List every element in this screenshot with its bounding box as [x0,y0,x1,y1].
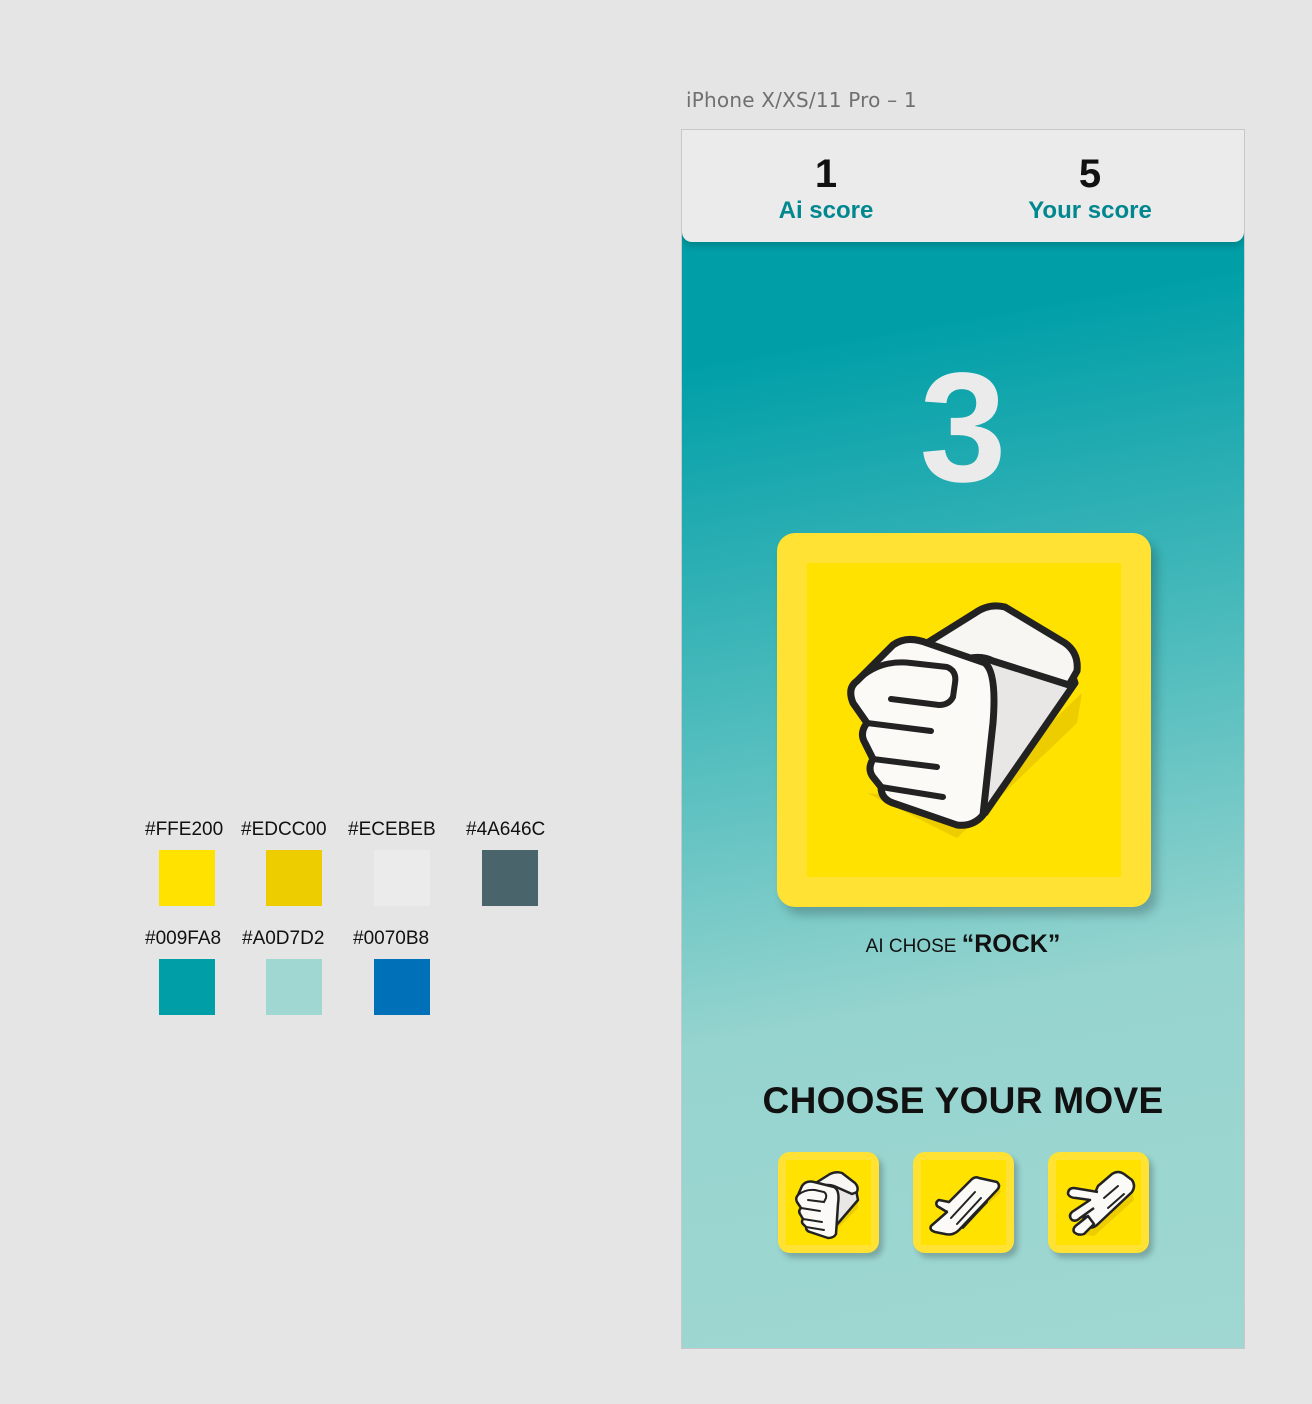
paper-hand-icon [929,1176,1001,1236]
ai-score-label: Ai score [778,197,874,224]
color-swatch [374,850,430,906]
rock-hand-icon [847,602,1082,838]
swatch-label: #0070B8 [353,928,430,949]
rock-button[interactable] [778,1152,879,1253]
rock-hand-icon [794,1170,860,1240]
color-swatch [159,850,215,906]
ai-score: 1 Ai score [696,152,956,226]
countdown-number: 3 [919,341,1007,515]
swatch-label: #FFE200 [145,819,224,840]
artboard-label: iPhone X/XS/11 Pro – 1 [686,88,917,112]
your-score: 5 Your score [960,152,1220,226]
score-bar: 1 Ai score 5 Your score [682,130,1244,242]
color-swatch [266,850,322,906]
ai-chose-text: AI CHOSE “ROCK” [682,930,1244,959]
paper-button[interactable] [913,1152,1014,1253]
swatch-label: #EDCC00 [241,819,327,840]
swatch-label: #ECEBEB [348,819,436,840]
color-swatch [374,959,430,1015]
choose-move-heading: CHOOSE YOUR MOVE [762,1080,1164,1121]
swatch-label: #009FA8 [145,928,222,949]
color-swatch [159,959,215,1015]
ai-choice-card-inner [807,563,1121,877]
your-score-value: 5 [1078,152,1102,196]
ai-chose-prefix: AI CHOSE [865,936,957,957]
color-swatch [482,850,538,906]
scissors-button[interactable] [1048,1152,1149,1253]
ai-score-value: 1 [814,152,838,196]
your-score-label: Your score [1028,197,1152,224]
swatch-label: #4A646C [466,819,546,840]
scissors-hand-icon [1066,1170,1136,1236]
color-swatch [266,959,322,1015]
swatch-label: #A0D7D2 [242,928,325,949]
phone-screen: 1 Ai score 5 Your score 3 AI CHOSE “ROCK… [681,129,1245,1349]
ai-choice-card [777,533,1151,907]
ai-chose-move: “ROCK” [961,930,1061,958]
